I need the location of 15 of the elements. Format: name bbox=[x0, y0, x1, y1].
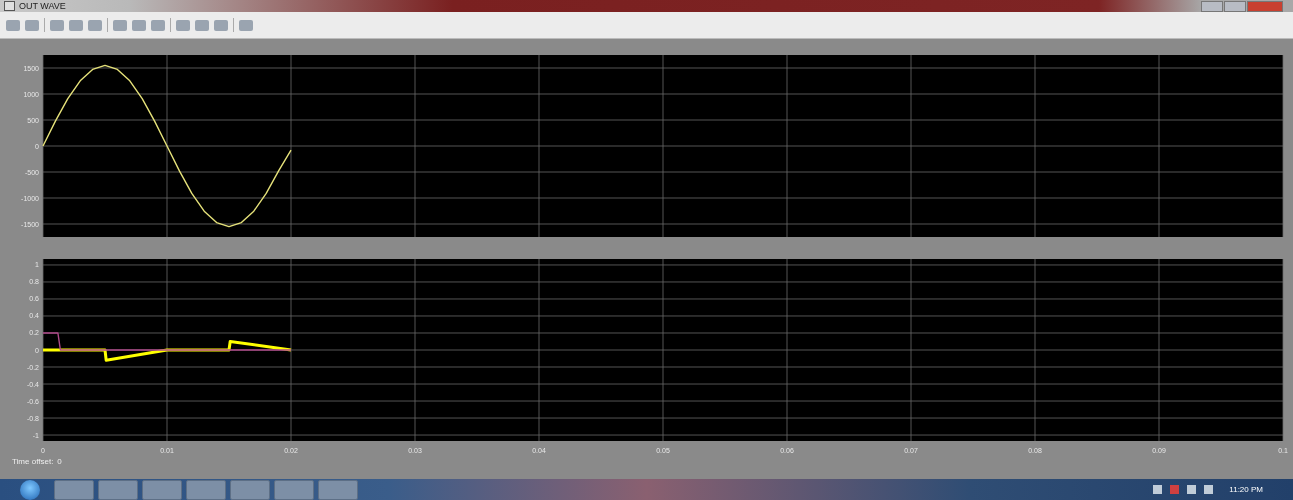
maximize-button[interactable] bbox=[1224, 0, 1246, 12]
taskbar-app-icon[interactable] bbox=[98, 479, 138, 500]
start-button[interactable] bbox=[20, 479, 40, 500]
minimize-button[interactable] bbox=[1201, 0, 1223, 12]
close-button[interactable] bbox=[1247, 0, 1283, 12]
taskbar-app-icon[interactable] bbox=[318, 479, 358, 500]
time-offset-label: Time offset: bbox=[12, 457, 54, 466]
taskbar-app-icon[interactable] bbox=[230, 479, 270, 500]
taskbar-app-icon[interactable] bbox=[54, 479, 94, 500]
taskbar-app-icon[interactable] bbox=[274, 479, 314, 500]
clock[interactable]: 11:20 PM bbox=[1221, 485, 1263, 494]
taskbar-app-icon[interactable] bbox=[186, 479, 226, 500]
time-offset-value: 0 bbox=[57, 457, 62, 466]
window-title: OUT WAVE bbox=[19, 1, 66, 11]
taskbar-app-icon[interactable] bbox=[142, 479, 182, 500]
